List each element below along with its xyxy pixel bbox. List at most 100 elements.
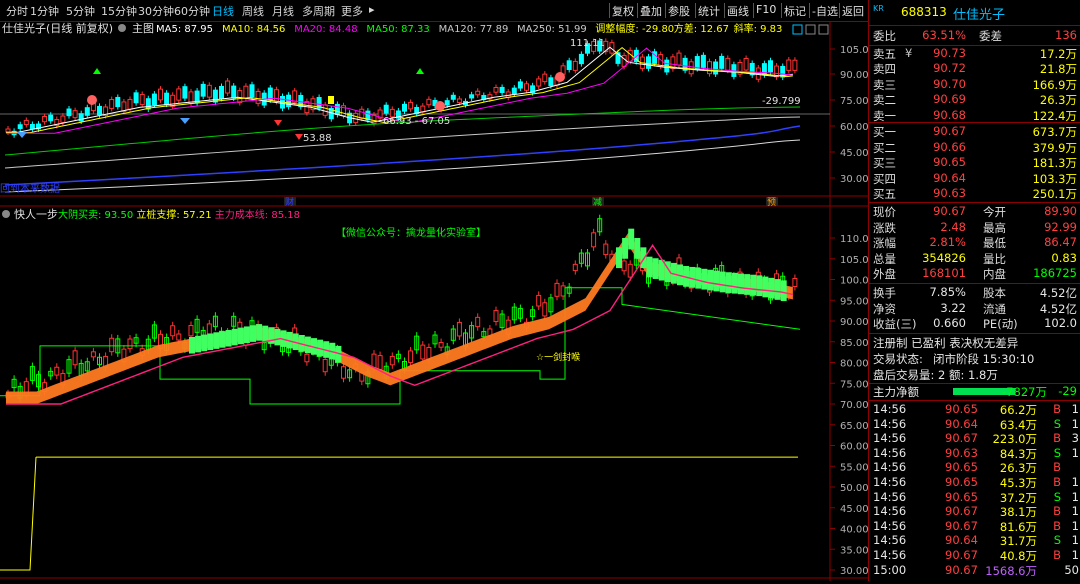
tick-row[interactable]: 15:00 90.67 1568.6万 50 — [873, 563, 1080, 578]
toolbar-button-0[interactable]: 复权 — [612, 3, 634, 19]
market-badge: KR — [873, 4, 884, 13]
period-tab-2[interactable]: 5分钟 — [66, 3, 95, 19]
tick-row[interactable]: 14:56 90.65 37.2万 S 1 — [873, 490, 1080, 505]
toolbar-separator — [695, 3, 696, 18]
toolbar-button-2[interactable]: 参股 — [668, 3, 690, 19]
tick-row[interactable]: 14:56 90.67 40.8万 B 1 — [873, 548, 1080, 563]
period-tab-7[interactable]: 周线 — [242, 3, 264, 19]
tick-price: 90.64 — [945, 533, 978, 548]
main-candle — [499, 86, 505, 93]
toolbar-separator — [753, 3, 754, 18]
ask-label: 卖五 — [873, 47, 896, 61]
toolbar-button-3[interactable]: 统计 — [698, 3, 720, 19]
high-annotation: 111.11 — [570, 38, 605, 49]
ask-price: 90.68 — [933, 107, 966, 122]
tick-row[interactable]: 14:56 90.65 45.3万 B 1 — [873, 475, 1080, 490]
period-tab-0[interactable]: 分时 — [6, 3, 28, 19]
tick-count: 1 — [1071, 518, 1079, 533]
ribbon-green-segment — [701, 268, 708, 290]
pct-annotation: -29.799 — [762, 96, 801, 107]
toolbar-button-8[interactable]: 返回 — [842, 3, 864, 19]
stock-name: 仕佳光子 — [953, 8, 1006, 23]
main-candle — [420, 105, 426, 113]
tick-count: 1 — [1071, 504, 1079, 519]
weibi-label: 委比 — [873, 29, 896, 43]
period-tab-6[interactable]: 日线 — [212, 3, 234, 19]
tick-row[interactable]: 14:56 90.63 84.3万 S 1 — [873, 446, 1080, 461]
ribbon-green-segment — [744, 274, 751, 295]
ma-label-0: MA5: 87.95 — [156, 24, 213, 35]
kline-chart-area[interactable]: 仕佳光子(日线 前复权) 主图 MA5: 87.95 MA10: 84.56 MA20:… — [0, 21, 869, 581]
period-tab-10[interactable]: 更多 — [341, 3, 363, 19]
bid-volume: 250.1万 — [1032, 187, 1077, 202]
main-candle — [542, 73, 548, 83]
bid-price: 90.64 — [933, 170, 966, 185]
period-tab-8[interactable]: 月线 — [272, 3, 294, 19]
toolbar-button-6[interactable]: 标记 — [784, 3, 806, 19]
main-candle — [42, 115, 48, 123]
main-candle — [17, 124, 23, 129]
down-arrow-icon — [295, 134, 303, 140]
main-candle — [176, 88, 182, 101]
toolbar-button-4[interactable]: 画线 — [727, 3, 749, 19]
stat2-value: 102.0 — [1044, 316, 1077, 331]
tick-side: B — [1053, 518, 1061, 533]
banner-text: 【微信公众号：擒龙量化实验室】 — [336, 226, 486, 239]
ma-label-6: 调整幅度: -29.80 — [595, 22, 674, 35]
period-tab-9[interactable]: 多周期 — [302, 3, 335, 19]
chart-canvas[interactable]: 仕佳光子(日线 前复权) 主图 MA5: 87.95 MA10: 84.56 MA20:… — [0, 21, 869, 581]
tick-side: S — [1053, 489, 1061, 504]
period-tab-3[interactable]: 15分钟 — [101, 3, 137, 19]
ma-label-3: MA50: 87.33 — [366, 24, 429, 35]
tick-side: S — [1053, 533, 1061, 548]
tick-row[interactable]: 14:56 90.67 81.6万 B 1 — [873, 519, 1080, 534]
period-tab-5[interactable]: 60分钟 — [174, 3, 210, 19]
main-candle — [48, 114, 54, 122]
sub-y-tick: 35.00 — [840, 545, 868, 556]
stat-label: 最高 — [983, 220, 1006, 235]
toolbar-separator — [637, 3, 638, 18]
sub-candle — [438, 342, 444, 348]
quote-panel: KR 688313 仕佳光子 委比 63.51% 委差 136 卖五 ¥ 90.… — [868, 0, 1080, 581]
sub-candle — [475, 316, 481, 328]
stat-label: 总量 — [873, 251, 896, 266]
sub-candle — [72, 350, 78, 366]
cost-ribbon — [6, 232, 793, 404]
settings-icon — [2, 210, 10, 218]
tick-row[interactable]: 14:56 90.64 31.7万 S 1 — [873, 533, 1080, 548]
tick-count: 1 — [1071, 548, 1079, 562]
tick-count: 1 — [1071, 475, 1079, 489]
tick-row[interactable]: 14:56 90.67 38.1万 B 1 — [873, 504, 1080, 519]
toolbar-button-7[interactable]: -自选 — [812, 3, 838, 19]
main-candle — [29, 123, 35, 130]
tick-row[interactable]: 14:56 90.65 26.3万 B — [873, 460, 1080, 475]
toolbar-button-1[interactable]: 叠加 — [640, 3, 662, 19]
sub-candle — [554, 282, 560, 297]
weibi-value: 63.51% — [922, 28, 966, 42]
ribbon-green-segment — [250, 325, 256, 342]
more-arrow-icon[interactable]: ▸ — [369, 3, 375, 16]
tick-price: 90.67 — [945, 562, 978, 577]
main-candle — [133, 92, 139, 104]
sell-ball-icon — [87, 95, 97, 105]
ribbon-green-segment — [652, 258, 659, 279]
tick-count: 1 — [1071, 533, 1079, 548]
bid-volume: 103.3万 — [1032, 171, 1077, 186]
sub-legend-2: 主力成本线: 85.18 — [215, 208, 300, 221]
ribbon-green-segment — [731, 272, 738, 294]
sub-candle — [304, 353, 310, 363]
tick-row[interactable]: 14:56 90.64 63.4万 S 1 — [873, 417, 1080, 432]
tick-row[interactable]: 14:56 90.67 223.0万 B 3 — [873, 431, 1080, 446]
tick-row[interactable]: 14:56 90.65 66.2万 B 1 — [873, 402, 1080, 417]
support-step — [0, 457, 37, 571]
down-arrow-icon — [274, 120, 282, 126]
lower-band-line — [4, 139, 801, 193]
bid-price: 90.67 — [933, 124, 966, 138]
tick-time: 14:56 — [873, 402, 907, 416]
toolbar-button-5[interactable]: F10 — [756, 3, 776, 16]
period-tab-4[interactable]: 30分钟 — [138, 3, 174, 19]
ask-label: 卖三 — [873, 77, 896, 92]
tick-volume: 31.7万 — [999, 534, 1037, 549]
period-tab-1[interactable]: 1分钟 — [30, 3, 59, 19]
main-candle — [792, 59, 798, 71]
